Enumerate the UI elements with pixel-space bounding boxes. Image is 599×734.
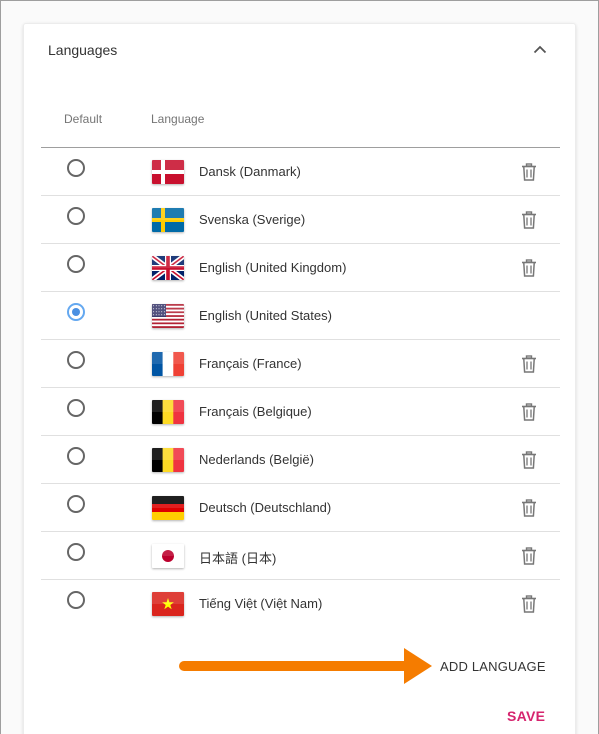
language-label: 日本語 (日本): [199, 551, 277, 566]
language-label: Tiếng Việt (Việt Nam): [199, 596, 323, 611]
delete-language-button[interactable]: [519, 498, 539, 518]
language-row: English (United Kingdom): [41, 244, 560, 292]
flag-japan-icon: [152, 544, 184, 568]
flag-belgium-icon: [152, 400, 184, 424]
flag-vietnam-icon: [152, 592, 184, 616]
orange-arrow-annotation: [179, 648, 432, 684]
trash-icon: [522, 403, 536, 421]
add-language-button[interactable]: ADD LANGUAGE: [440, 659, 546, 674]
delete-language-button[interactable]: [519, 594, 539, 614]
flag-uk-icon: [152, 256, 184, 280]
default-radio[interactable]: [67, 399, 85, 417]
language-label: Dansk (Danmark): [199, 164, 301, 179]
panel-title: Languages: [48, 42, 118, 58]
trash-icon: [522, 163, 536, 181]
flag-denmark-icon: [152, 160, 184, 184]
language-row: English (United States): [41, 292, 560, 340]
language-label: Français (France): [199, 356, 302, 371]
delete-language-button[interactable]: [519, 210, 539, 230]
save-button[interactable]: SAVE: [507, 708, 545, 724]
trash-icon: [522, 259, 536, 277]
languages-panel: Languages Default Language Dansk (Danmar…: [23, 23, 576, 734]
language-row: Français (France): [41, 340, 560, 388]
language-row: 日本語 (日本): [41, 532, 560, 580]
language-label: Nederlands (België): [199, 452, 314, 467]
delete-language-button[interactable]: [519, 258, 539, 278]
flag-usa-icon: [152, 304, 184, 328]
language-label: English (United States): [199, 308, 332, 323]
delete-language-button[interactable]: [519, 450, 539, 470]
delete-language-button[interactable]: [519, 354, 539, 374]
language-label: English (United Kingdom): [199, 260, 347, 275]
language-row: Tiếng Việt (Việt Nam): [41, 580, 560, 628]
language-row: Français (Belgique): [41, 388, 560, 436]
default-radio[interactable]: [67, 255, 85, 273]
default-radio[interactable]: [67, 447, 85, 465]
flag-sweden-icon: [152, 208, 184, 232]
languages-table: Dansk (Danmark) Svenska (Sverige) English …: [41, 147, 560, 628]
collapse-button[interactable]: [528, 38, 552, 62]
default-radio[interactable]: [67, 495, 85, 513]
language-row: Svenska (Sverige): [41, 196, 560, 244]
column-header-language: Language: [151, 112, 205, 126]
language-label: Svenska (Sverige): [199, 212, 306, 227]
flag-france-icon: [152, 352, 184, 376]
trash-icon: [522, 595, 536, 613]
default-radio[interactable]: [67, 303, 85, 321]
default-radio[interactable]: [67, 207, 85, 225]
delete-language-button[interactable]: [519, 402, 539, 422]
language-row: Dansk (Danmark): [41, 148, 560, 196]
delete-language-button[interactable]: [519, 546, 539, 566]
language-label: Deutsch (Deutschland): [199, 500, 332, 515]
default-radio[interactable]: [67, 351, 85, 369]
delete-language-button[interactable]: [519, 162, 539, 182]
default-radio[interactable]: [67, 159, 85, 177]
trash-icon: [522, 499, 536, 517]
default-radio[interactable]: [67, 543, 85, 561]
language-row: Nederlands (België): [41, 436, 560, 484]
trash-icon: [522, 355, 536, 373]
chevron-up-icon: [533, 45, 547, 54]
language-row: Deutsch (Deutschland): [41, 484, 560, 532]
trash-icon: [522, 547, 536, 565]
default-radio[interactable]: [67, 591, 85, 609]
flag-germany-icon: [152, 496, 184, 520]
trash-icon: [522, 451, 536, 469]
language-label: Français (Belgique): [199, 404, 312, 419]
trash-icon: [522, 211, 536, 229]
flag-belgium-icon: [152, 448, 184, 472]
column-header-default: Default: [64, 112, 103, 126]
